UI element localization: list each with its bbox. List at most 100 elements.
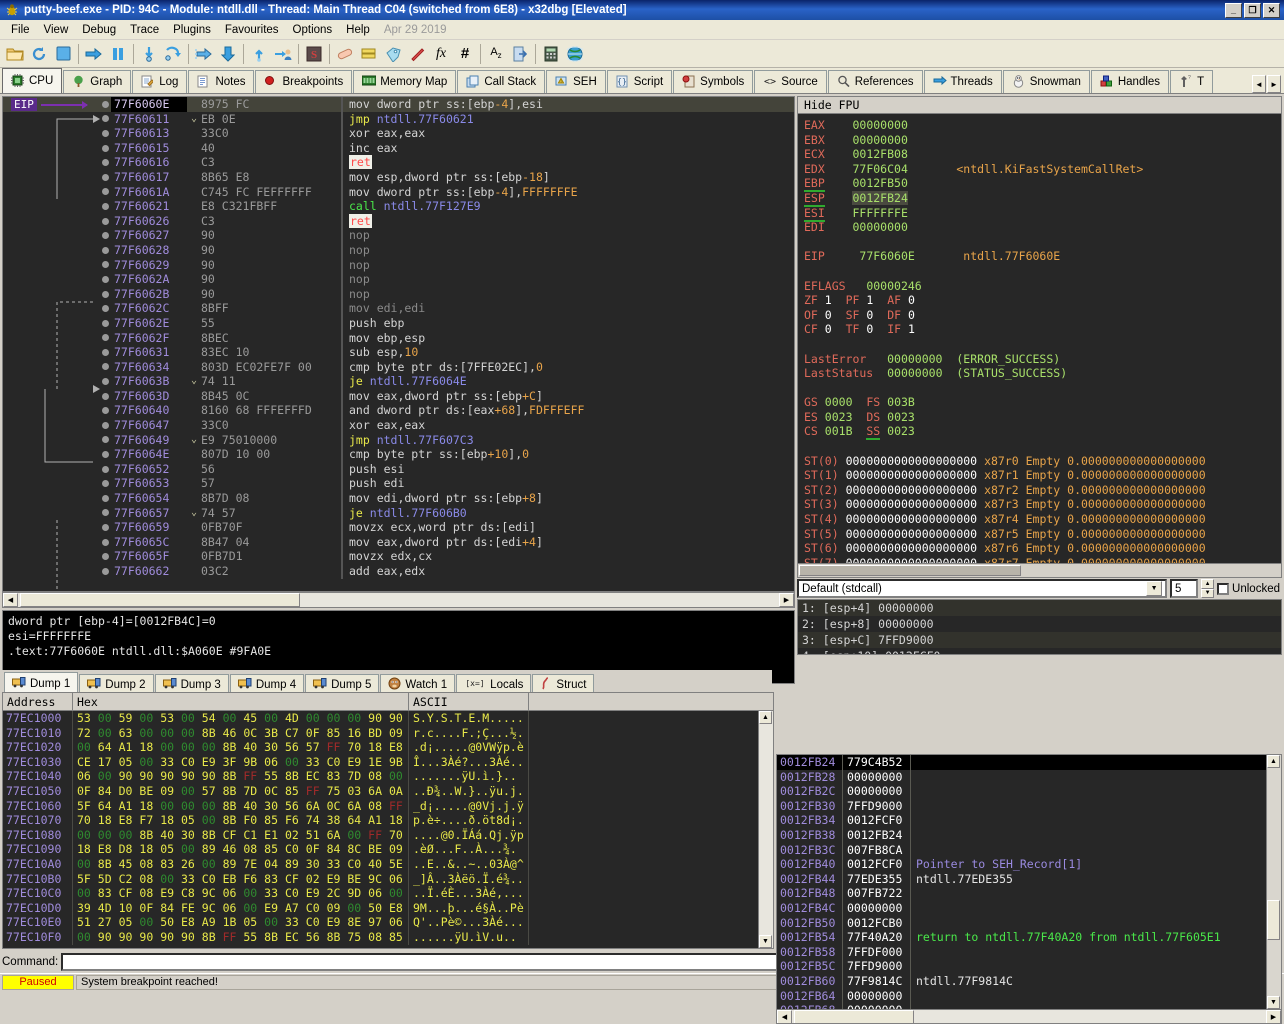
dump-row[interactable]: 77EC1020 00 64 A1 18 00 00 00 8B 40 30 56… xyxy=(3,740,773,755)
bookmark-icon[interactable] xyxy=(405,42,429,66)
dump-row[interactable]: 77EC10A0 00 8B 45 08 83 26 00 89 7E 04 89… xyxy=(3,856,773,872)
breakpoint-dot-icon[interactable] xyxy=(100,389,111,404)
scroll-left-arrow[interactable]: ◀ xyxy=(777,1009,792,1023)
breakpoint-dot-icon[interactable] xyxy=(100,491,111,506)
tab-breakpoints[interactable]: Breakpoints xyxy=(255,70,353,93)
breakpoint-dot-icon[interactable] xyxy=(100,112,111,127)
register-row[interactable]: ECX 0012FB08 xyxy=(804,147,1275,162)
breakpoint-dot-icon[interactable] xyxy=(100,506,111,521)
hash-icon[interactable]: # xyxy=(453,42,477,66)
scroll-thumb[interactable] xyxy=(1267,900,1280,940)
st-register-row[interactable]: ST(6) 0000000000000000000 x87r6 Empty 0.… xyxy=(804,541,1275,556)
disassembly-row[interactable]: 77F60649 ⌄ E9 75010000 jmp ntdll.77F607C3 xyxy=(3,432,794,448)
register-row[interactable]: EAX 00000000 xyxy=(804,118,1275,133)
tab-memory-map[interactable]: Memory Map xyxy=(353,70,457,93)
stack-hscrollbar[interactable]: ◀ ▶ xyxy=(777,1009,1281,1023)
segment-row[interactable]: CS 001B SS 0023 xyxy=(804,424,1275,441)
dump-tab-dump-2[interactable]: Dump 2 xyxy=(79,674,154,694)
disassembly-row[interactable]: 77F6063D 8B45 0C mov eax,dword ptr ss:[ebp… xyxy=(3,388,794,404)
hide-fpu-button[interactable]: Hide FPU xyxy=(798,97,1281,114)
run-icon[interactable] xyxy=(82,42,106,66)
breakpoint-dot-icon[interactable] xyxy=(100,549,111,564)
dump-header-ascii[interactable]: ASCII xyxy=(409,693,529,710)
disassembly-row[interactable]: EIP 77F6060E 8975 FC mov dword ptr ss:[ebp-… xyxy=(3,97,794,112)
scroll-left-arrow[interactable]: ◀ xyxy=(3,593,18,607)
breakpoint-dot-icon[interactable] xyxy=(100,287,111,302)
tab-graph[interactable]: Graph xyxy=(63,70,132,93)
scroll-right-arrow[interactable]: ▶ xyxy=(779,593,794,607)
menu-file[interactable]: File xyxy=(4,22,37,38)
minimize-button[interactable]: _ xyxy=(1225,2,1242,18)
disassembly-row[interactable]: 77F6062C 8BFF mov edi,edi xyxy=(3,301,794,316)
menu-help[interactable]: Help xyxy=(339,22,377,38)
register-row[interactable]: EBX 00000000 xyxy=(804,133,1275,148)
st-register-row[interactable]: ST(3) 0000000000000000000 x87r3 Empty 0.… xyxy=(804,497,1275,512)
breakpoint-dot-icon[interactable] xyxy=(100,228,111,243)
step-over-fast-icon[interactable] xyxy=(216,42,240,66)
stack-row[interactable]: 0012FB5C 7FFD9000 xyxy=(777,959,1281,974)
disassembly-row[interactable]: 77F6062B 90 nop xyxy=(3,286,794,302)
dump-tab-dump-3[interactable]: Dump 3 xyxy=(154,674,229,694)
stack-row[interactable]: 0012FB48 007FB722 xyxy=(777,886,1281,901)
tab-notes[interactable]: Notes xyxy=(188,70,255,93)
tab-snowman[interactable]: Snowman xyxy=(1002,70,1090,93)
tab-handles[interactable]: Handles xyxy=(1090,70,1170,93)
register-row[interactable]: EDI 00000000 xyxy=(804,220,1275,235)
disassembly-row[interactable]: 77F60626 C3 ret xyxy=(3,213,794,229)
scroll-track[interactable] xyxy=(792,1009,1266,1023)
register-row[interactable]: ESI FFFFFFFE xyxy=(804,205,1275,222)
step-into-fast-icon[interactable] xyxy=(192,42,216,66)
disassembly-row[interactable]: 77F60640 8160 68 FFFEFFFD and dword ptr ds… xyxy=(3,403,794,419)
stepper-up-icon[interactable]: ▲ xyxy=(1201,579,1215,589)
scroll-track[interactable] xyxy=(18,593,779,607)
menu-options[interactable]: Options xyxy=(286,22,340,38)
disassembly-row[interactable]: 77F60615 40 inc eax xyxy=(3,140,794,156)
st-register-row[interactable]: ST(4) 0000000000000000000 x87r4 Empty 0.… xyxy=(804,512,1275,527)
st-register-row[interactable]: ST(0) 0000000000000000000 x87r0 Empty 0.… xyxy=(804,454,1275,469)
dump-icon[interactable] xyxy=(508,42,532,66)
tab-scroll-right-button[interactable]: ► xyxy=(1267,75,1281,93)
argument-row[interactable]: 1: [esp+4] 00000000 xyxy=(798,600,1281,616)
unlocked-checkbox[interactable] xyxy=(1217,582,1230,595)
disassembly-row[interactable]: 77F60657 ⌄ 74 57 je ntdll.77F606B0 xyxy=(3,505,794,521)
disassembly-row[interactable]: 77F60629 90 nop xyxy=(3,257,794,273)
stack-row[interactable]: 0012FB24 779C4B52 xyxy=(777,755,1281,770)
disassembly-row[interactable]: 77F60621 E8 C321FBFF call ntdll.77F127E9 xyxy=(3,199,794,214)
segment-row[interactable]: ES 0023 DS 0023 xyxy=(804,410,1275,425)
globe-icon[interactable] xyxy=(563,42,587,66)
tab-symbols[interactable]: Symbols xyxy=(673,70,754,93)
dump-vscrollbar[interactable]: ▲ ▼ xyxy=(758,711,773,948)
breakpoint-dot-icon[interactable] xyxy=(100,185,111,200)
breakpoint-dot-icon[interactable] xyxy=(100,360,111,375)
dump-row[interactable]: 77EC10C0 00 83 CF 08 E9 C8 9C 06 00 33 C0… xyxy=(3,886,773,901)
stack-row[interactable]: 0012FB40 0012FCF0 Pointer to SEH_Record[1] xyxy=(777,857,1281,872)
breakpoint-dot-icon[interactable] xyxy=(100,301,111,316)
open-file-icon[interactable] xyxy=(3,42,27,66)
tab-threads[interactable]: Threads xyxy=(923,70,1002,93)
breakpoint-dot-icon[interactable] xyxy=(100,374,111,389)
dump-tab-locals[interactable]: [x=] Locals xyxy=(456,674,532,694)
disassembly-row[interactable]: 77F60654 8B7D 08 mov edi,dword ptr ss:[ebp… xyxy=(3,491,794,506)
breakpoint-dot-icon[interactable] xyxy=(100,272,111,287)
st-register-row[interactable]: ST(5) 0000000000000000000 x87r5 Empty 0.… xyxy=(804,527,1275,542)
dump-row[interactable]: 77EC10E0 51 27 05 00 50 E8 A9 1B 05 00 33… xyxy=(3,915,773,930)
disassembly-hscrollbar[interactable]: ◀ ▶ xyxy=(2,592,795,608)
dump-row[interactable]: 77EC1080 00 00 00 8B 40 30 8B CF C1 E1 02… xyxy=(3,827,773,843)
dump-row[interactable]: 77EC10B0 5F 5D C2 08 00 33 C0 EB F6 83 CF… xyxy=(3,871,773,887)
breakpoint-dot-icon[interactable] xyxy=(100,243,111,258)
close-button[interactable]: ✕ xyxy=(1263,2,1280,18)
disassembly-row[interactable]: 77F60617 8B65 E8 mov esp,dword ptr ss:[ebp… xyxy=(3,169,794,185)
breakpoint-dot-icon[interactable] xyxy=(100,141,111,156)
stack-panel[interactable]: 0012FB24 779C4B52 0012FB28 00000000 0012FB2C… xyxy=(776,754,1282,1024)
breakpoint-dot-icon[interactable] xyxy=(100,126,111,141)
dump-row[interactable]: 77EC1040 06 00 90 90 90 90 90 8B FF 55 8B… xyxy=(3,769,773,784)
pause-icon[interactable] xyxy=(106,42,130,66)
tab-scroll-left-button[interactable]: ◄ xyxy=(1252,75,1266,93)
arguments-panel[interactable]: 1: [esp+4] 00000000 2: [esp+8] 00000000 3:… xyxy=(797,599,1282,655)
menu-debug[interactable]: Debug xyxy=(75,22,123,38)
breakpoint-dot-icon[interactable] xyxy=(100,345,111,360)
scroll-down-arrow[interactable]: ▼ xyxy=(759,935,772,948)
stack-row[interactable]: 0012FB54 77F40A20 return to ntdll.77F40A20… xyxy=(777,930,1281,945)
breakpoint-dot-icon[interactable] xyxy=(100,258,111,273)
disassembly-row[interactable]: 77F60662 03C2 add eax,edx xyxy=(3,564,794,579)
